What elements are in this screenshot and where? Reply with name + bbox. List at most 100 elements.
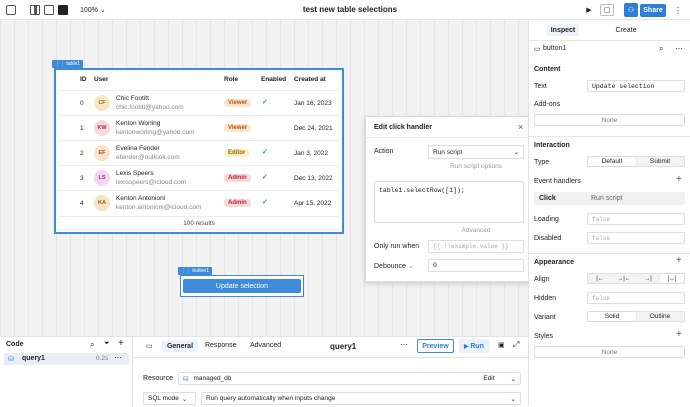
close-icon[interactable]: × <box>518 122 523 132</box>
hidden-label: Hidden <box>534 295 557 302</box>
component-name[interactable]: button1 <box>543 45 566 52</box>
tab-advanced[interactable]: Advanced <box>250 342 281 349</box>
debounce-value: 0 <box>433 262 437 269</box>
more-options-icon[interactable]: ⋮ <box>672 5 684 15</box>
align-stretch-icon[interactable]: |↔| <box>660 274 684 283</box>
variant-solid-option[interactable]: Solid <box>588 312 636 321</box>
cell-user-email: lexisspeers@icloud.com <box>116 179 187 186</box>
type-submit-option[interactable]: Submit <box>636 157 684 166</box>
interaction-header[interactable]: Interaction <box>534 142 570 149</box>
bottom-panel-toggle-icon[interactable] <box>44 5 54 15</box>
cell-created-at: Dec 13, 2022 <box>294 175 333 182</box>
align-right-icon[interactable]: →| <box>636 274 660 283</box>
column-header-role[interactable]: Role <box>224 76 238 83</box>
column-header-enabled[interactable]: Enabled <box>261 76 286 83</box>
styles-label: Styles <box>534 333 554 340</box>
tab-create[interactable]: Create <box>611 24 641 36</box>
divider <box>529 40 690 41</box>
play-icon[interactable]: ▶ <box>583 4 595 16</box>
align-center-icon[interactable]: →|← <box>612 274 636 283</box>
resource-select[interactable]: ⛁ managed_db Edit ⌄ <box>178 372 521 385</box>
left-panel-toggle-icon[interactable] <box>30 5 40 15</box>
table-row[interactable]: 4 KA Kenton Antonioni kenton.antonioni@iclo… <box>58 190 340 215</box>
more-options-icon[interactable]: ⋯ <box>400 340 408 349</box>
add-appearance-icon[interactable]: + <box>676 255 682 266</box>
styles-field[interactable]: None <box>534 346 685 358</box>
fullscreen-icon[interactable]: ▣ <box>498 341 505 349</box>
column-header-created[interactable]: Created at <box>294 76 326 83</box>
sql-mode-label: SQL mode <box>148 395 179 402</box>
database-icon: ⛁ <box>183 375 189 383</box>
script-editor[interactable]: table1.selectRow([1]); <box>374 181 524 223</box>
table-widget[interactable]: ID User Role Enabled Created at 0 CF Chic … <box>54 68 344 234</box>
table-row[interactable]: 1 KW Kenton Worling kentonworling@yahoo.com… <box>58 115 340 140</box>
type-segmented-control[interactable]: Default Submit <box>587 156 685 167</box>
add-style-icon[interactable]: + <box>676 329 682 340</box>
app-title: test new table selections <box>302 5 398 14</box>
add-query-icon[interactable]: + <box>118 338 124 349</box>
expand-icon[interactable]: ⤢ <box>513 340 519 350</box>
search-icon[interactable]: ⌕ <box>90 340 94 350</box>
action-select[interactable]: Run script ⌄ <box>428 145 524 159</box>
multiplayer-icon[interactable]: ⚇ <box>624 3 638 17</box>
zoom-selector[interactable]: 100% ⌄ <box>80 6 106 14</box>
hidden-input[interactable]: false <box>587 292 685 304</box>
table-row[interactable]: 2 EF Evelina Fender efender@outlook.com Edit… <box>58 140 340 165</box>
disabled-input[interactable]: false <box>587 232 685 244</box>
add-event-handler-icon[interactable]: + <box>676 174 682 185</box>
cell-created-at: Apr 15, 2022 <box>294 200 332 207</box>
grid-icon: ⋮⋮ <box>55 61 67 67</box>
button-widget[interactable]: Update selection <box>180 275 304 297</box>
align-segmented-control[interactable]: |← →|← →| |↔| <box>587 273 685 284</box>
code-panel: Code ⌕ ⏷ + ⛁ query1 0.2s ⋯ <box>0 337 133 407</box>
chevron-down-icon: ⌄ <box>510 375 516 383</box>
event-handler-row[interactable]: Click Run script <box>534 192 685 205</box>
more-options-icon[interactable]: ⋯ <box>114 353 122 362</box>
search-icon[interactable]: ⌕ <box>659 44 663 54</box>
table-widget-tag[interactable]: ⋮⋮ table1 <box>52 60 84 68</box>
tab-inspect[interactable]: Inspect <box>547 24 579 36</box>
chevron-down-icon: ⌄ <box>99 7 106 14</box>
tab-general[interactable]: General <box>162 340 198 352</box>
type-default-option[interactable]: Default <box>588 157 636 166</box>
update-selection-button[interactable]: Update selection <box>183 279 301 293</box>
avatar: CF <box>94 95 110 111</box>
divider <box>133 357 528 358</box>
share-button[interactable]: Share <box>640 4 666 17</box>
enabled-check-icon: ✓ <box>262 174 268 181</box>
loading-label: Loading <box>534 216 559 223</box>
role-badge: Viewer <box>224 99 252 107</box>
preview-app-button[interactable]: ▢ <box>600 4 614 16</box>
text-input[interactable]: Update selection <box>587 80 685 92</box>
preview-button[interactable]: Preview <box>417 339 454 353</box>
variant-outline-option[interactable]: Outline <box>636 312 684 321</box>
content-header[interactable]: Content <box>534 66 560 73</box>
options-divider-label: Run script options <box>449 163 503 170</box>
align-left-icon[interactable]: |← <box>588 274 612 283</box>
run-button[interactable]: ▶ Run <box>459 339 489 353</box>
sql-mode-select[interactable]: SQL mode ⌄ <box>143 392 196 405</box>
cell-user-email: chic.footitt@yahoo.com <box>116 104 184 111</box>
loading-input[interactable]: false <box>587 213 685 225</box>
column-header-id[interactable]: ID <box>80 76 87 83</box>
table-row[interactable]: 0 CF Chic Footitt chic.footitt@yahoo.com Vie… <box>58 90 340 115</box>
tab-response[interactable]: Response <box>205 342 237 349</box>
query-list-item[interactable]: ⛁ query1 0.2s ⋯ <box>4 353 129 365</box>
right-panel-toggle-icon[interactable] <box>58 5 68 15</box>
variant-segmented-control[interactable]: Solid Outline <box>587 311 685 322</box>
table-row[interactable]: 3 LS Lexis Speers lexisspeers@icloud.com Adm… <box>58 165 340 190</box>
run-mode-select[interactable]: Run query automatically when inputs chan… <box>201 392 521 405</box>
avatar: EF <box>94 145 110 161</box>
appearance-header[interactable]: Appearance <box>534 259 574 266</box>
debounce-label[interactable]: Debounce ⌄ <box>374 262 414 270</box>
query-time: 0.2s <box>96 355 109 362</box>
more-options-icon[interactable]: ⋯ <box>675 44 683 53</box>
column-header-user[interactable]: User <box>94 76 108 83</box>
addons-field[interactable]: None <box>534 114 685 126</box>
sidebar-toggle-icon[interactable]: ▭ <box>146 342 153 350</box>
only-run-when-input[interactable]: {{ !!example.value }} <box>428 240 524 253</box>
filter-icon[interactable]: ⏷ <box>104 340 110 348</box>
debounce-input[interactable]: 0 <box>428 259 524 272</box>
edit-resource-button[interactable]: Edit <box>483 375 494 382</box>
button-widget-tag[interactable]: ⋮⋮ button1 <box>178 267 213 275</box>
